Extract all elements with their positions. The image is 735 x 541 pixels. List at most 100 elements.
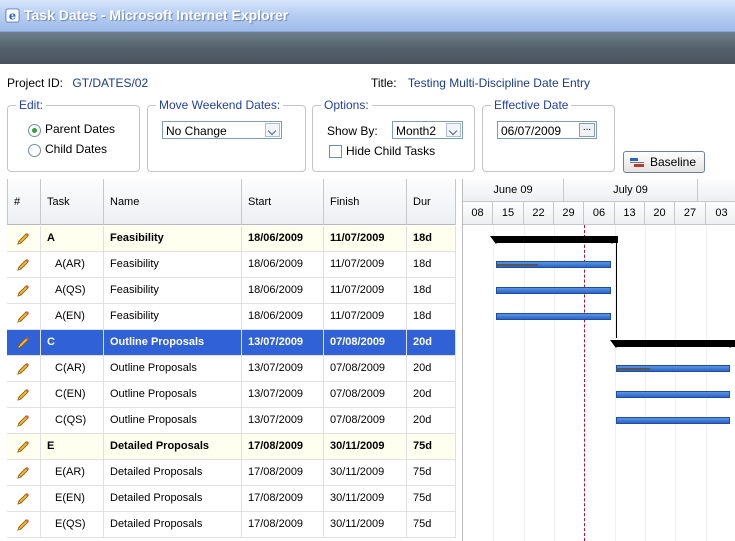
cell-finish: 11/07/2009 — [324, 252, 407, 278]
gantt-week-label: 29 — [554, 202, 584, 225]
show-by-label: Show By: — [327, 124, 378, 138]
column-header-dur-label: Dur — [413, 196, 431, 208]
cell-name: Detailed Proposals — [104, 486, 242, 512]
hide-child-tasks-checkbox[interactable] — [329, 145, 342, 158]
move-weekend-value: No Change — [166, 124, 227, 138]
date-picker-button[interactable]: ... — [579, 123, 595, 137]
task-bar-c-qs[interactable] — [616, 417, 730, 424]
column-header-start[interactable]: Start — [242, 179, 324, 225]
cell-start: 13/07/2009 — [242, 408, 324, 434]
edit-cell — [7, 460, 41, 486]
cell-finish: 30/11/2009 — [324, 460, 407, 486]
edit-cell — [7, 252, 41, 278]
internet-explorer-icon: e — [5, 8, 20, 23]
cell-start: 17/08/2009 — [242, 434, 324, 460]
edit-cell — [7, 434, 41, 460]
pencil-icon[interactable] — [15, 491, 31, 507]
show-by-select[interactable]: Month2 — [392, 121, 463, 139]
task-bar-a-en[interactable] — [496, 313, 611, 320]
table-row[interactable]: A Feasibility 18/06/2009 11/07/2009 18d — [7, 226, 456, 252]
task-bar-a-qs[interactable] — [496, 287, 611, 294]
cell-dur: 75d — [407, 460, 456, 486]
cell-name: Detailed Proposals — [104, 512, 242, 538]
baseline-icon — [630, 158, 644, 167]
gantt-month-next — [698, 179, 735, 202]
cell-name: Outline Proposals — [104, 408, 242, 434]
pencil-icon[interactable] — [15, 439, 31, 455]
table-row[interactable]: C(EN) Outline Proposals 13/07/2009 07/08/20… — [7, 382, 456, 408]
table-row[interactable]: C(AR) Outline Proposals 13/07/2009 07/08/20… — [7, 356, 456, 382]
cell-start: 13/07/2009 — [242, 356, 324, 382]
parent-dates-radio[interactable] — [28, 124, 41, 137]
cell-task: A(QS) — [41, 278, 104, 304]
pencil-icon[interactable] — [15, 283, 31, 299]
column-header-finish[interactable]: Finish — [324, 179, 407, 225]
cell-start: 18/06/2009 — [242, 252, 324, 278]
effective-date-value: 06/07/2009 — [501, 124, 562, 138]
svg-text:e: e — [9, 9, 16, 23]
table-row[interactable]: E Detailed Proposals 17/08/2009 30/11/2009 7… — [7, 434, 456, 460]
gantt-gridline — [554, 225, 555, 541]
table-row[interactable]: E(AR) Detailed Proposals 17/08/2009 30/11/2… — [7, 460, 456, 486]
cell-task: C(QS) — [41, 408, 104, 434]
effective-date-input[interactable]: 06/07/2009 ... — [497, 121, 597, 139]
cell-name: Outline Proposals — [104, 356, 242, 382]
pencil-icon[interactable] — [15, 335, 31, 351]
pencil-icon[interactable] — [15, 413, 31, 429]
cell-finish: 07/08/2009 — [324, 330, 407, 356]
child-dates-radio[interactable] — [28, 144, 41, 157]
cell-name: Outline Proposals — [104, 382, 242, 408]
summary-bar-c[interactable] — [616, 340, 735, 347]
table-row[interactable]: C(QS) Outline Proposals 13/07/2009 07/08/20… — [7, 408, 456, 434]
cell-start: 13/07/2009 — [242, 330, 324, 356]
project-title: Title: Testing Multi-Discipline Date Ent… — [371, 76, 590, 90]
edit-legend: Edit: — [19, 98, 44, 112]
gantt-week-label: 03 — [706, 202, 735, 225]
window-title: Task Dates - Microsoft Internet Explorer — [24, 7, 289, 23]
cell-task: E(QS) — [41, 512, 104, 538]
baseline-label: Baseline — [650, 155, 697, 169]
cell-finish: 07/08/2009 — [324, 356, 407, 382]
column-header-task[interactable]: Task — [41, 179, 104, 225]
table-row[interactable]: A(QS) Feasibility 18/06/2009 11/07/2009 18d — [7, 278, 456, 304]
child-dates-label: Child Dates — [45, 142, 108, 156]
table-row[interactable]: E(QS) Detailed Proposals 17/08/2009 30/11/2… — [7, 512, 456, 538]
cell-name: Feasibility — [104, 278, 242, 304]
gantt-month-june-label: June 09 — [493, 184, 533, 196]
table-row[interactable]: E(EN) Detailed Proposals 17/08/2009 30/11/2… — [7, 486, 456, 512]
pencil-icon[interactable] — [15, 465, 31, 481]
edit-cell — [7, 512, 41, 538]
project-title-value: Testing Multi-Discipline Date Entry — [407, 76, 590, 90]
show-by-value: Month2 — [396, 124, 437, 138]
move-weekend-select[interactable]: No Change — [162, 121, 282, 139]
cell-task: C(AR) — [41, 356, 104, 382]
pencil-icon[interactable] — [15, 309, 31, 325]
pencil-icon[interactable] — [15, 257, 31, 273]
cell-dur: 18d — [407, 304, 456, 330]
table-row[interactable]: C Outline Proposals 13/07/2009 07/08/2009 20… — [7, 330, 456, 356]
column-header-dur[interactable]: Dur — [407, 179, 456, 225]
column-header-name[interactable]: Name — [104, 179, 242, 225]
cell-task: E — [41, 434, 104, 460]
pencil-icon[interactable] — [15, 231, 31, 247]
window-title-bar: e Task Dates - Microsoft Internet Explor… — [0, 0, 735, 32]
baseline-button[interactable]: Baseline — [623, 151, 705, 173]
cell-task: A(EN) — [41, 304, 104, 330]
gantt-week-label: 06 — [584, 202, 615, 225]
cell-task: C(EN) — [41, 382, 104, 408]
gantt-gridline — [675, 225, 676, 541]
pencil-icon[interactable] — [15, 387, 31, 403]
column-header-num[interactable]: # — [7, 179, 41, 225]
cell-finish: 30/11/2009 — [324, 434, 407, 460]
cell-task: E(AR) — [41, 460, 104, 486]
pencil-icon[interactable] — [15, 361, 31, 377]
cell-dur: 18d — [407, 278, 456, 304]
hide-child-tasks-label: Hide Child Tasks — [346, 144, 436, 158]
summary-bar-a[interactable] — [496, 236, 618, 243]
pencil-icon[interactable] — [15, 517, 31, 533]
cell-start: 18/06/2009 — [242, 304, 324, 330]
table-row[interactable]: A(EN) Feasibility 18/06/2009 11/07/2009 18d — [7, 304, 456, 330]
table-row[interactable]: A(AR) Feasibility 18/06/2009 11/07/2009 18d — [7, 252, 456, 278]
project-id-value: GT/DATES/02 — [72, 76, 149, 90]
task-bar-c-en[interactable] — [616, 391, 730, 398]
